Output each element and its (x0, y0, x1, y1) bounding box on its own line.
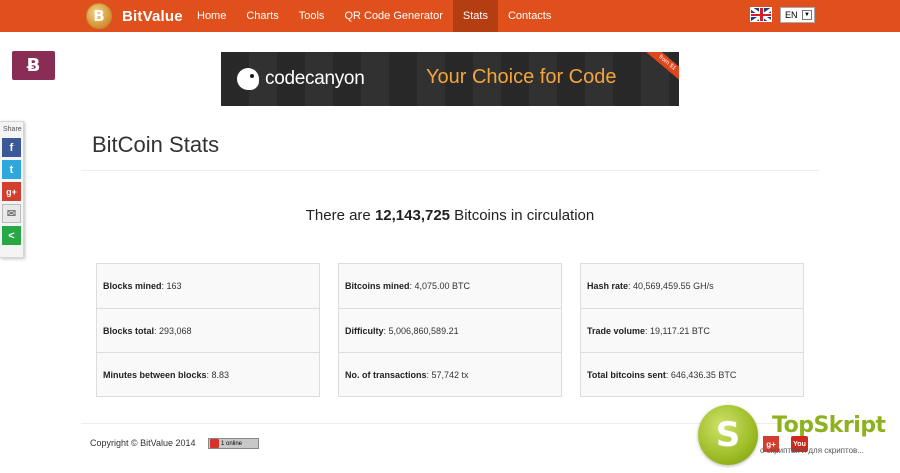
circulation-value: 12,143,725 (374, 207, 451, 224)
banner-tagline: Your Choice for Code (426, 66, 617, 88)
share-icon[interactable]: < (2, 226, 21, 245)
stats-table-1: Blocks mined: 163 Blocks total: 293,068 … (96, 263, 320, 397)
counter-icon (210, 439, 219, 448)
chevron-down-icon: ▼ (802, 10, 812, 20)
brand-name: BitValue (122, 7, 183, 25)
watermark-subtitle: о скриптах и для скриптов... (760, 446, 864, 455)
stat-row: Hash rate: 40,569,459.55 GH/s (587, 281, 714, 291)
banner-logo: codecanyon (237, 66, 365, 92)
ad-banner[interactable]: codecanyon Your Choice for Code from $1 (221, 52, 679, 106)
online-counter-badge[interactable]: 1 online (208, 438, 259, 449)
stat-row: Minutes between blocks: 8.83 (97, 352, 319, 396)
share-label: Share (3, 126, 22, 133)
circulation-text: There are 12,143,725 Bitcoins in circula… (305, 207, 595, 224)
stats-table-2: Bitcoins mined: 4,075.00 BTC Difficulty:… (338, 263, 562, 397)
bitcoin-logo-icon: B (86, 3, 112, 29)
main-nav: Home Charts Tools QR Code Generator Stat… (187, 0, 561, 32)
nav-charts[interactable]: Charts (236, 0, 288, 32)
bitcoin-badge-icon[interactable]: Ƀ (12, 51, 55, 80)
uk-flag-icon[interactable] (750, 7, 772, 22)
stat-row: Difficulty: 5,006,860,589.21 (339, 308, 561, 352)
share-sidebar: Share f t g+ ✉ < (0, 121, 24, 258)
stat-row: Blocks mined: 163 (103, 281, 182, 291)
brand-link[interactable]: B BitValue (86, 3, 183, 29)
topskript-logo-icon: S (698, 405, 758, 465)
facebook-icon[interactable]: f (2, 138, 21, 157)
divider (81, 170, 819, 171)
stat-row: Total bitcoins sent: 646,436.35 BTC (581, 352, 803, 396)
copyright-text: Copyright © BitValue 2014 (90, 438, 196, 448)
top-navbar: B BitValue Home Charts Tools QR Code Gen… (0, 0, 900, 32)
twitter-icon[interactable]: t (2, 160, 21, 179)
nav-tools[interactable]: Tools (289, 0, 335, 32)
stat-row: Trade volume: 19,117.21 BTC (581, 308, 803, 352)
google-plus-icon[interactable]: g+ (2, 182, 21, 201)
nav-contacts[interactable]: Contacts (498, 0, 561, 32)
nav-qr-code-generator[interactable]: QR Code Generator (334, 0, 452, 32)
bird-icon (237, 68, 259, 90)
language-select[interactable]: EN ▼ (780, 7, 815, 23)
stats-table-3: Hash rate: 40,569,459.55 GH/s Trade volu… (580, 263, 804, 397)
counter-text: 1 online (221, 440, 243, 447)
nav-stats[interactable]: Stats (452, 0, 498, 32)
nav-home[interactable]: Home (187, 0, 236, 32)
stat-row: Blocks total: 293,068 (97, 308, 319, 352)
language-selected-value: EN (785, 10, 798, 20)
page-title: BitCoin Stats (92, 132, 220, 157)
banner-brand: codecanyon (265, 68, 365, 89)
stat-row: Bitcoins mined: 4,075.00 BTC (345, 281, 471, 291)
stat-row: No. of transactions: 57,742 tx (339, 352, 561, 396)
watermark-title: TopSkript (772, 413, 886, 438)
